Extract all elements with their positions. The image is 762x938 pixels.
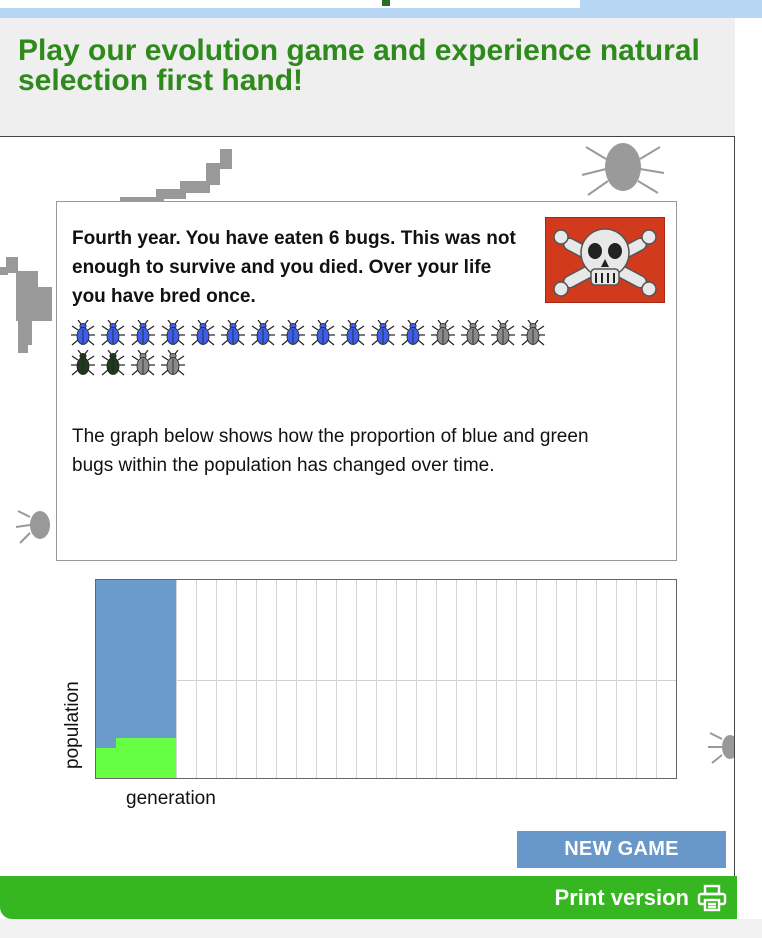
blue-bug-icon <box>311 320 335 346</box>
blue-bug-icon <box>281 320 305 346</box>
blue-population-bar <box>156 580 176 738</box>
blue-population-bar <box>136 580 156 738</box>
graph-gridline <box>256 580 257 778</box>
background-bug-icon <box>0 257 52 353</box>
print-version-link[interactable]: Print version <box>555 884 727 912</box>
gray-bug-icon <box>161 350 185 376</box>
blue-bug-icon <box>401 320 425 346</box>
skull-crossbones-icon <box>545 217 665 303</box>
blue-bug-icon <box>251 320 275 346</box>
blue-bug-icon <box>221 320 245 346</box>
graph-gridline <box>536 580 537 778</box>
blue-bug-icon <box>71 320 95 346</box>
gray-bug-icon <box>521 320 545 346</box>
top-strip <box>0 0 762 18</box>
graph-gridline <box>556 580 557 778</box>
graph-gridline <box>316 580 317 778</box>
graph-gridline <box>476 580 477 778</box>
graph-explanation: The graph below shows how the proportion… <box>72 426 589 476</box>
blue-bug-icon <box>101 320 125 346</box>
green-population-bar <box>136 738 156 778</box>
top-mark <box>382 0 390 6</box>
graph-gridline <box>196 580 197 778</box>
green-population-bar <box>156 738 176 778</box>
gray-bug-icon <box>131 350 155 376</box>
graph-gridline <box>596 580 597 778</box>
print-version-label: Print version <box>554 885 689 910</box>
background-bug-icon <box>16 510 50 544</box>
blue-bug-icon <box>371 320 395 346</box>
graph-gridline <box>516 580 517 778</box>
page-title: Play our evolution game and experience n… <box>18 34 700 97</box>
gray-bug-icon <box>461 320 485 346</box>
new-game-button[interactable]: NEW GAME <box>517 831 726 868</box>
bottom-band <box>0 919 762 938</box>
graph-gridline <box>216 580 217 778</box>
green-bug-icon <box>71 350 95 376</box>
blue-bug-icon <box>191 320 215 346</box>
gray-bug-icon <box>491 320 515 346</box>
graph-gridline <box>656 580 657 778</box>
graph-midline <box>96 680 676 681</box>
graph-gridline <box>436 580 437 778</box>
blue-population-bar <box>96 580 116 748</box>
graph-gridline <box>496 580 497 778</box>
green-bug-icon <box>101 350 125 376</box>
game-area[interactable]: Fourth year. You have eaten 6 bugs. This… <box>0 136 735 877</box>
result-dialog: Fourth year. You have eaten 6 bugs. This… <box>56 201 677 561</box>
graph-y-label: population <box>62 681 83 769</box>
blue-population-bar <box>116 580 136 738</box>
blue-bug-icon <box>131 320 155 346</box>
background-bug-icon <box>581 143 665 196</box>
background-bug-icon <box>708 732 734 764</box>
graph-gridline <box>296 580 297 778</box>
gray-bug-icon <box>431 320 455 346</box>
green-population-bar <box>96 748 116 778</box>
population-graph <box>95 579 677 779</box>
blue-bug-icon <box>341 320 365 346</box>
graph-gridline <box>276 580 277 778</box>
blue-bug-icon <box>161 320 185 346</box>
graph-gridline <box>176 580 177 778</box>
graph-gridline <box>456 580 457 778</box>
graph-gridline <box>416 580 417 778</box>
graph-gridline <box>576 580 577 778</box>
top-tab <box>0 0 580 8</box>
graph-gridline <box>636 580 637 778</box>
graph-gridline <box>236 580 237 778</box>
graph-gridline <box>396 580 397 778</box>
graph-gridline <box>376 580 377 778</box>
graph-gridline <box>616 580 617 778</box>
footer-bar: Print version <box>0 876 737 919</box>
bug-row-1 <box>69 320 549 348</box>
graph-x-label: generation <box>126 788 216 809</box>
header: Play our evolution game and experience n… <box>0 18 735 136</box>
bug-row-2 <box>69 350 189 378</box>
green-population-bar <box>116 738 136 778</box>
printer-icon <box>697 884 727 912</box>
result-message: Fourth year. You have eaten 6 bugs. This… <box>72 228 516 307</box>
graph-gridline <box>336 580 337 778</box>
graph-gridline <box>356 580 357 778</box>
